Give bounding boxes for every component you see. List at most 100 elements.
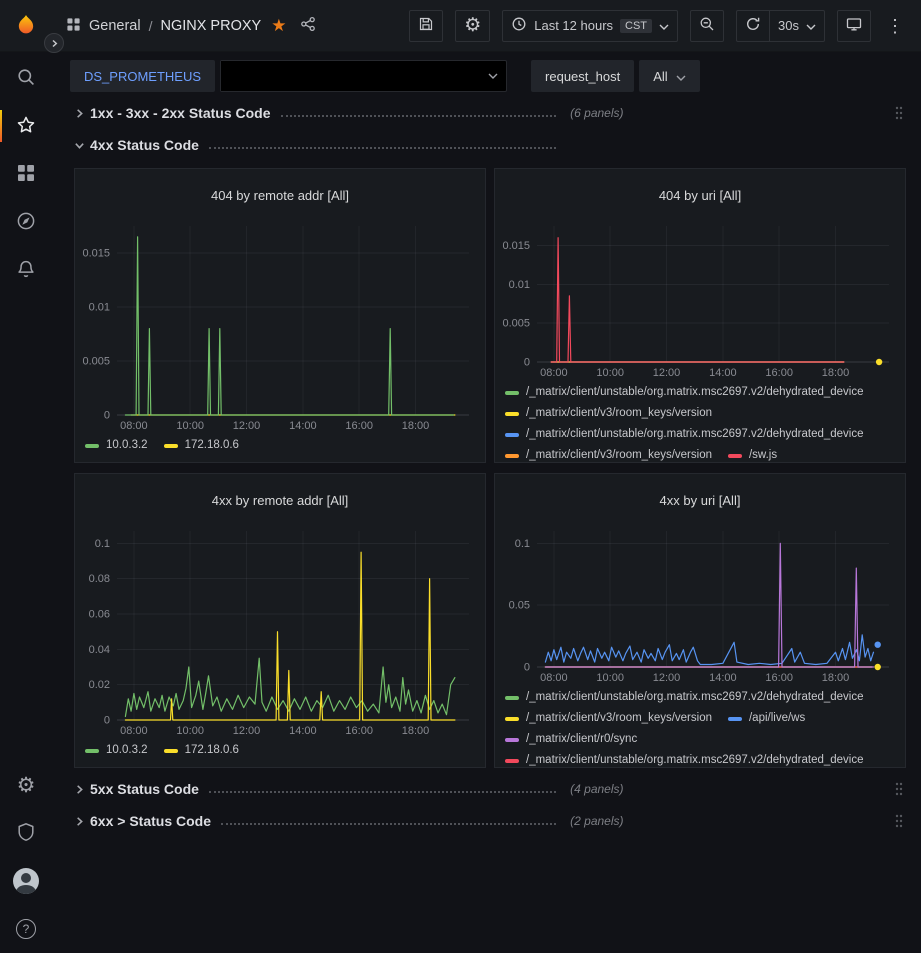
favorite-star-icon[interactable]: ★ (271, 17, 286, 34)
series-color-swatch (728, 454, 742, 458)
dashboard-row-1xx-3xx-2xx[interactable]: 1xx - 3xx - 2xx Status Code (6 panels) (70, 100, 906, 126)
svg-text:12:00: 12:00 (653, 367, 681, 379)
legend-item[interactable]: /_matrix/client/unstable/org.matrix.msc2… (505, 382, 864, 403)
svg-text:0: 0 (524, 661, 530, 673)
dashboard-row-5xx[interactable]: 5xx Status Code (4 panels) (70, 776, 906, 802)
panel-legend: 10.0.3.2 172.18.0.6 (75, 738, 485, 767)
drag-handle-icon[interactable] (894, 813, 906, 829)
help-icon: ? (16, 919, 36, 939)
legend-row: 10.0.3.2 172.18.0.6 (85, 435, 477, 456)
svg-text:14:00: 14:00 (709, 367, 737, 379)
row-title: 1xx - 3xx - 2xx Status Code (90, 105, 271, 121)
svg-text:18:00: 18:00 (822, 672, 850, 684)
legend-item[interactable]: /sw.js (728, 445, 777, 462)
dashboard-row-4xx[interactable]: 4xx Status Code (70, 132, 906, 158)
svg-text:10:00: 10:00 (596, 672, 624, 684)
svg-text:0.02: 0.02 (89, 679, 110, 691)
breadcrumb: General / NGINX PROXY ★ (66, 16, 316, 35)
svg-text:18:00: 18:00 (402, 420, 430, 432)
svg-text:16:00: 16:00 (765, 672, 793, 684)
drag-handle-icon[interactable] (894, 781, 906, 797)
panel-title[interactable]: 4xx by uri [All] (495, 485, 905, 510)
breadcrumb-section[interactable]: General (89, 18, 141, 34)
sidebar-bottom-group: ⚙ ? (0, 761, 52, 953)
sidebar-item-server-admin[interactable] (0, 809, 52, 857)
legend-item[interactable]: 172.18.0.6 (164, 740, 239, 761)
legend-item[interactable]: /_matrix/client/v3/room_keys/version (505, 445, 712, 462)
svg-text:10:00: 10:00 (176, 420, 204, 432)
panel-4xx-by-uri: 4xx by uri [All] 08:0010:0012:0014:0016:… (494, 473, 906, 768)
chevron-down-icon (659, 18, 669, 33)
time-series-plot[interactable]: 08:0010:0012:0014:0016:0018:0000.0050.01… (77, 218, 481, 433)
dashboard-settings-button[interactable]: ⚙ (455, 10, 490, 42)
svg-text:0.015: 0.015 (82, 247, 110, 259)
legend-item[interactable]: /_matrix/client/unstable/org.matrix.msc2… (505, 750, 864, 767)
sidebar-item-search[interactable] (0, 54, 52, 102)
row-title: 4xx Status Code (90, 137, 199, 153)
sidebar-item-explore[interactable] (0, 198, 52, 246)
breadcrumb-dashboard-title[interactable]: NGINX PROXY (160, 18, 261, 34)
dashboard-row-6xx[interactable]: 6xx > Status Code (2 panels) (70, 808, 906, 834)
save-floppy-icon (418, 16, 434, 35)
legend-item[interactable]: /_matrix/client/v3/room_keys/version (505, 708, 712, 729)
series-color-swatch (505, 696, 519, 700)
sidebar-item-help[interactable]: ? (0, 905, 52, 953)
legend-row: /_matrix/client/v3/room_keys/version/api… (505, 708, 897, 729)
host-variable-select[interactable] (220, 60, 507, 92)
kebab-menu-button[interactable]: ⋮ (883, 10, 907, 42)
zoom-out-button[interactable] (690, 10, 724, 42)
panel-title[interactable]: 404 by uri [All] (495, 180, 905, 205)
series-color-swatch (164, 749, 178, 753)
sidebar-item-starred[interactable] (0, 102, 52, 150)
sidebar-item-dashboards[interactable] (0, 150, 52, 198)
time-series-plot[interactable]: 08:0010:0012:0014:0016:0018:0000.050.1 (497, 523, 901, 685)
chart-4xx-by-uri[interactable]: 08:0010:0012:0014:0016:0018:0000.050.1 (497, 523, 901, 685)
panel-row-1: 404 by remote addr [All] 08:0010:0012:00… (70, 168, 906, 463)
chart-404-by-uri[interactable]: 08:0010:0012:0014:0016:0018:0000.0050.01… (497, 218, 901, 380)
dashboards-grid-icon (16, 163, 36, 186)
variables-bar: DS_PROMETHEUS request_host All (70, 60, 906, 92)
drag-handle-icon[interactable] (894, 105, 906, 121)
svg-text:12:00: 12:00 (233, 725, 261, 737)
row-title: 5xx Status Code (90, 781, 199, 797)
refresh-icon (745, 16, 761, 35)
series-color-swatch (505, 433, 519, 437)
legend-item[interactable]: 172.18.0.6 (164, 435, 239, 456)
panel-title[interactable]: 404 by remote addr [All] (75, 180, 485, 205)
panel-title[interactable]: 4xx by remote addr [All] (75, 485, 485, 510)
sidebar-item-profile[interactable] (0, 857, 52, 905)
refresh-button[interactable] (736, 10, 769, 42)
panel-4xx-by-remote-addr: 4xx by remote addr [All] 08:0010:0012:00… (74, 473, 486, 768)
legend-item[interactable]: /_matrix/client/unstable/org.matrix.msc2… (505, 424, 864, 445)
request-host-value-dropdown[interactable]: All (639, 60, 699, 92)
legend-item[interactable]: 10.0.3.2 (85, 435, 148, 456)
svg-text:0: 0 (104, 714, 110, 726)
refresh-interval-dropdown[interactable]: 30s (769, 10, 825, 42)
time-range-picker[interactable]: Last 12 hours CST (502, 10, 678, 42)
legend-item[interactable]: /_matrix/client/r0/sync (505, 729, 637, 750)
time-series-plot[interactable]: 08:0010:0012:0014:0016:0018:0000.020.040… (77, 523, 481, 738)
legend-item[interactable]: /api/live/ws (728, 708, 805, 729)
share-dashboard-button[interactable] (300, 16, 316, 35)
row-panel-count: (4 panels) (570, 782, 623, 796)
svg-text:16:00: 16:00 (345, 420, 373, 432)
svg-text:14:00: 14:00 (289, 725, 317, 737)
save-dashboard-button[interactable] (409, 10, 443, 42)
cycle-view-mode-button[interactable] (837, 10, 871, 42)
chart-4xx-by-remote-addr[interactable]: 08:0010:0012:0014:0016:0018:0000.020.040… (77, 523, 481, 738)
share-icon (300, 16, 316, 35)
datasource-variable[interactable]: DS_PROMETHEUS (70, 60, 215, 92)
sidebar-item-alerting[interactable] (0, 246, 52, 294)
panel-legend: /_matrix/client/unstable/org.matrix.msc2… (495, 380, 905, 462)
legend-item[interactable]: /_matrix/client/v3/room_keys/version (505, 403, 712, 424)
chevron-right-icon (70, 816, 88, 827)
sidebar-expand-button[interactable] (44, 33, 64, 53)
row-leader-dots (209, 791, 556, 793)
legend-item[interactable]: /_matrix/client/unstable/org.matrix.msc2… (505, 687, 864, 708)
chart-404-by-remote-addr[interactable]: 08:0010:0012:0014:0016:0018:0000.0050.01… (77, 218, 481, 433)
sidebar-item-configuration[interactable]: ⚙ (0, 761, 52, 809)
dashboard-content: DS_PROMETHEUS request_host All (52, 52, 921, 953)
time-series-plot[interactable]: 08:0010:0012:0014:0016:0018:0000.0050.01… (497, 218, 901, 380)
chevron-down-icon (480, 73, 506, 79)
legend-item[interactable]: 10.0.3.2 (85, 740, 148, 761)
